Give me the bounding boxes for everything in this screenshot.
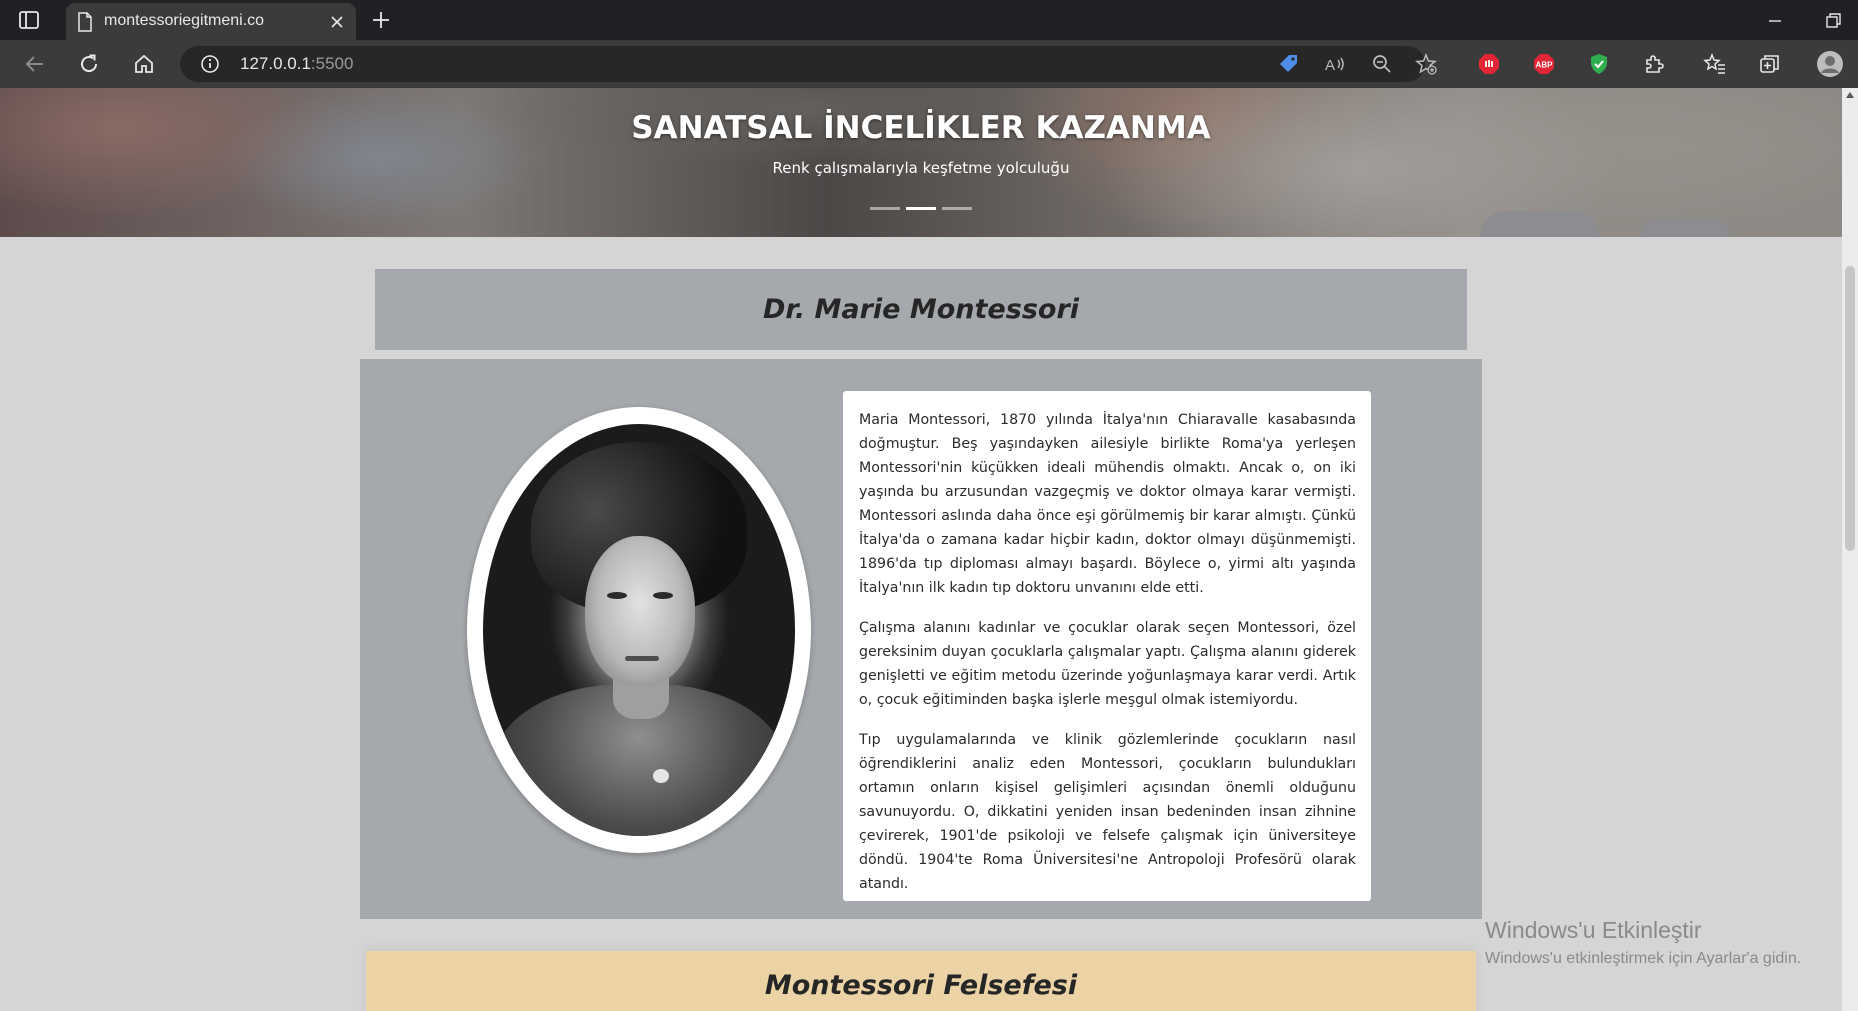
activation-subtitle: Windows'u etkinleştirmek için Ayarlar'a … xyxy=(1485,950,1802,967)
reload-icon[interactable] xyxy=(77,52,101,76)
add-favorite-icon[interactable] xyxy=(1414,52,1438,76)
bio-section-header: Dr. Marie Montessori xyxy=(375,269,1467,350)
zoom-out-icon[interactable] xyxy=(1370,52,1394,76)
bio-section: Maria Montessori, 1870 yılında İtalya'nı… xyxy=(360,359,1482,919)
carousel-indicator-3[interactable] xyxy=(942,207,972,210)
carousel-indicator-1[interactable] xyxy=(870,207,900,210)
site-info-icon[interactable] xyxy=(200,54,220,74)
bio-paragraph: Çalışma alanını kadınlar ve çocuklar ola… xyxy=(859,620,1356,708)
page-document-icon xyxy=(78,12,92,32)
stop-extension-icon[interactable] xyxy=(1477,52,1501,76)
bio-paragraph: Maria Montessori, 1870 yılında İtalya'nı… xyxy=(859,412,1356,596)
portrait-face-shape xyxy=(585,536,695,686)
hero-subtitle: Renk çalışmalarıyla keşfetme yolculuğu xyxy=(772,159,1070,177)
activation-title: Windows'u Etkinleştir xyxy=(1485,917,1702,943)
scroll-up-arrow-icon[interactable] xyxy=(1846,92,1854,98)
favorites-icon[interactable] xyxy=(1703,52,1727,76)
hero-title: SANATSAL İNCELİKLER KAZANMA xyxy=(631,110,1211,146)
browser-tab-bar: montessoriegitmeni.co xyxy=(0,0,1858,40)
bio-text-card: Maria Montessori, 1870 yılında İtalya'nı… xyxy=(843,391,1371,901)
tab-title: montessoriegitmeni.co xyxy=(104,12,265,29)
url-text[interactable]: 127.0.0.1:5500 xyxy=(240,54,353,74)
portrait-eye-shape xyxy=(607,592,627,599)
svg-text:A: A xyxy=(1325,57,1335,74)
read-aloud-icon[interactable]: A xyxy=(1323,52,1347,76)
restore-window-icon[interactable] xyxy=(1822,10,1844,32)
portrait-eye-shape xyxy=(653,592,673,599)
hero-carousel[interactable]: SANATSAL İNCELİKLER KAZANMA Renk çalışma… xyxy=(0,88,1842,237)
browser-toolbar: 127.0.0.1:5500 A ABP xyxy=(0,40,1858,115)
price-tag-icon[interactable] xyxy=(1277,52,1301,76)
back-arrow-icon[interactable] xyxy=(23,52,47,76)
philosophy-section-title: Montessori Felsefesi xyxy=(764,970,1078,1001)
tab-actions-icon[interactable] xyxy=(18,9,40,31)
portrait-brooch-shape xyxy=(653,769,669,783)
collections-icon[interactable] xyxy=(1758,52,1782,76)
bio-section-title: Dr. Marie Montessori xyxy=(762,294,1080,325)
portrait-frame xyxy=(467,407,811,853)
extensions-puzzle-icon[interactable] xyxy=(1642,52,1666,76)
windows-activation-watermark: Windows'u Etkinleştir Windows'u etkinleş… xyxy=(1485,917,1801,968)
montessori-portrait-image xyxy=(483,424,795,836)
new-tab-icon[interactable] xyxy=(370,9,392,31)
carousel-indicator-2[interactable] xyxy=(906,207,936,210)
browser-tab[interactable]: montessoriegitmeni.co xyxy=(66,3,356,40)
svg-text:ABP: ABP xyxy=(1536,61,1554,70)
scrollbar-thumb[interactable] xyxy=(1845,266,1855,551)
page-scrollbar[interactable] xyxy=(1842,88,1858,1011)
adblock-plus-icon[interactable]: ABP xyxy=(1532,52,1556,76)
philosophy-section-header: Montessori Felsefesi xyxy=(366,951,1476,1011)
close-tab-icon[interactable] xyxy=(328,13,346,31)
profile-avatar-icon[interactable] xyxy=(1816,50,1844,78)
address-bar[interactable]: 127.0.0.1:5500 A xyxy=(180,46,1437,82)
hero-image-detail xyxy=(1640,219,1730,237)
shield-check-icon[interactable] xyxy=(1587,52,1611,76)
hero-image-detail xyxy=(1480,211,1600,237)
page-viewport: SANATSAL İNCELİKLER KAZANMA Renk çalışma… xyxy=(0,88,1842,1011)
carousel-indicators xyxy=(870,207,972,211)
home-icon[interactable] xyxy=(132,52,156,76)
portrait-mouth-shape xyxy=(625,656,659,661)
bio-paragraph: Tıp uygulamalarında ve klinik gözlemleri… xyxy=(859,732,1356,892)
minimize-window-icon[interactable] xyxy=(1764,10,1786,32)
